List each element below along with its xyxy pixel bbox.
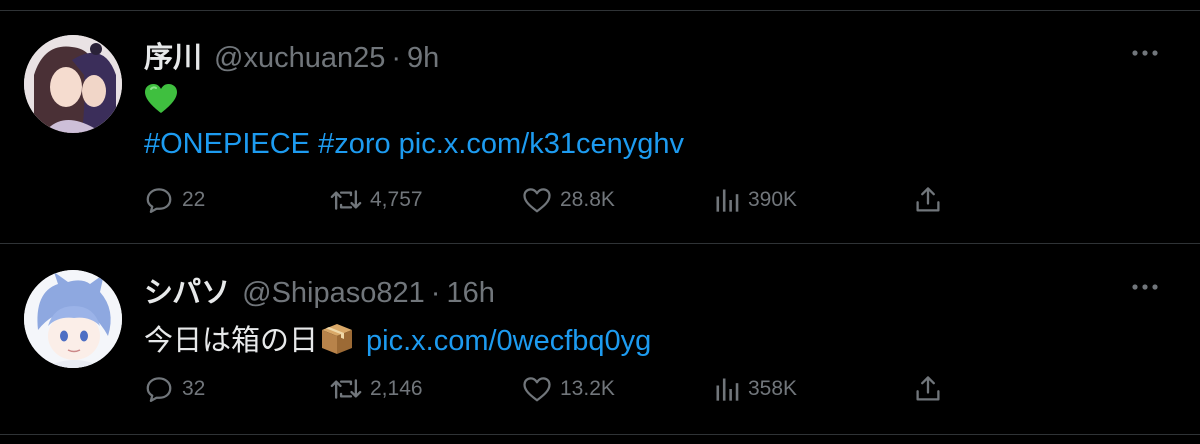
tweet-text: 今日は箱の日 pic.x.com/0wecfbq0yg: [144, 317, 651, 359]
view-count: 390K: [748, 188, 798, 211]
tweet-2[interactable]: シパソ @Shipaso821 · 16h 今日は箱の日 pic.x.com/0…: [0, 244, 1200, 434]
views-button[interactable]: 358K: [714, 373, 797, 405]
avatar[interactable]: [24, 270, 122, 368]
more-icon: [1132, 284, 1158, 290]
handle[interactable]: @Shipaso821: [242, 277, 425, 310]
media-link[interactable]: pic.x.com/k31cenyghv: [399, 128, 684, 160]
green-heart-emoji: [145, 84, 177, 114]
like-icon: [523, 377, 551, 402]
display-name[interactable]: シパソ: [144, 269, 230, 311]
reply-icon: [146, 377, 172, 402]
separator: ·: [430, 277, 441, 309]
reply-button[interactable]: 22: [144, 184, 205, 216]
like-count: 28.8K: [560, 188, 615, 211]
separator: ·: [391, 42, 402, 74]
repost-icon: [330, 190, 362, 210]
avatar[interactable]: [24, 35, 122, 133]
view-count: 358K: [748, 377, 798, 400]
repost-button[interactable]: 4,757: [330, 184, 423, 216]
hashtag[interactable]: #ONEPIECE: [144, 128, 310, 160]
repost-count: 2,146: [370, 377, 423, 400]
reply-count: 22: [182, 188, 206, 211]
share-icon: [916, 376, 940, 401]
tweet-header: 序川 @xuchuan25 · 9h: [144, 34, 439, 74]
more-icon: [1132, 50, 1158, 56]
reply-icon: [146, 188, 172, 213]
more-button[interactable]: [1130, 38, 1160, 68]
tweet-header: シパソ @Shipaso821 · 16h: [144, 269, 495, 309]
handle[interactable]: @xuchuan25: [214, 42, 385, 75]
timestamp[interactable]: 16h: [446, 277, 494, 310]
share-icon: [916, 187, 940, 212]
share-button[interactable]: [914, 373, 942, 405]
timestamp[interactable]: 9h: [407, 42, 439, 75]
media-link[interactable]: pic.x.com/0wecfbq0yg: [366, 325, 651, 357]
hashtag[interactable]: #zoro: [318, 128, 391, 160]
tweet-text: #ONEPIECE #zoro pic.x.com/k31cenyghv: [144, 128, 684, 161]
repost-icon: [330, 379, 362, 399]
emoji-line: [144, 82, 178, 115]
views-icon: [716, 378, 739, 401]
tweet-1[interactable]: 序川 @xuchuan25 · 9h #ONEPIECE #zoro pic.x…: [0, 0, 1200, 243]
views-icon: [716, 189, 739, 212]
like-count: 13.2K: [560, 377, 615, 400]
views-button[interactable]: 390K: [714, 184, 797, 216]
reply-count: 32: [182, 377, 206, 400]
more-button[interactable]: [1130, 272, 1160, 302]
share-button[interactable]: [914, 184, 942, 216]
like-button[interactable]: 13.2K: [522, 373, 615, 405]
like-button[interactable]: 28.8K: [522, 184, 615, 216]
repost-button[interactable]: 2,146: [330, 373, 423, 405]
tweet-text-content: 今日は箱の日: [144, 325, 319, 357]
package-emoji: [322, 324, 353, 354]
display-name[interactable]: 序川: [144, 34, 202, 76]
reply-button[interactable]: 32: [144, 373, 205, 405]
like-icon: [523, 188, 551, 213]
repost-count: 4,757: [370, 188, 423, 211]
bottom-divider: [0, 434, 1200, 435]
